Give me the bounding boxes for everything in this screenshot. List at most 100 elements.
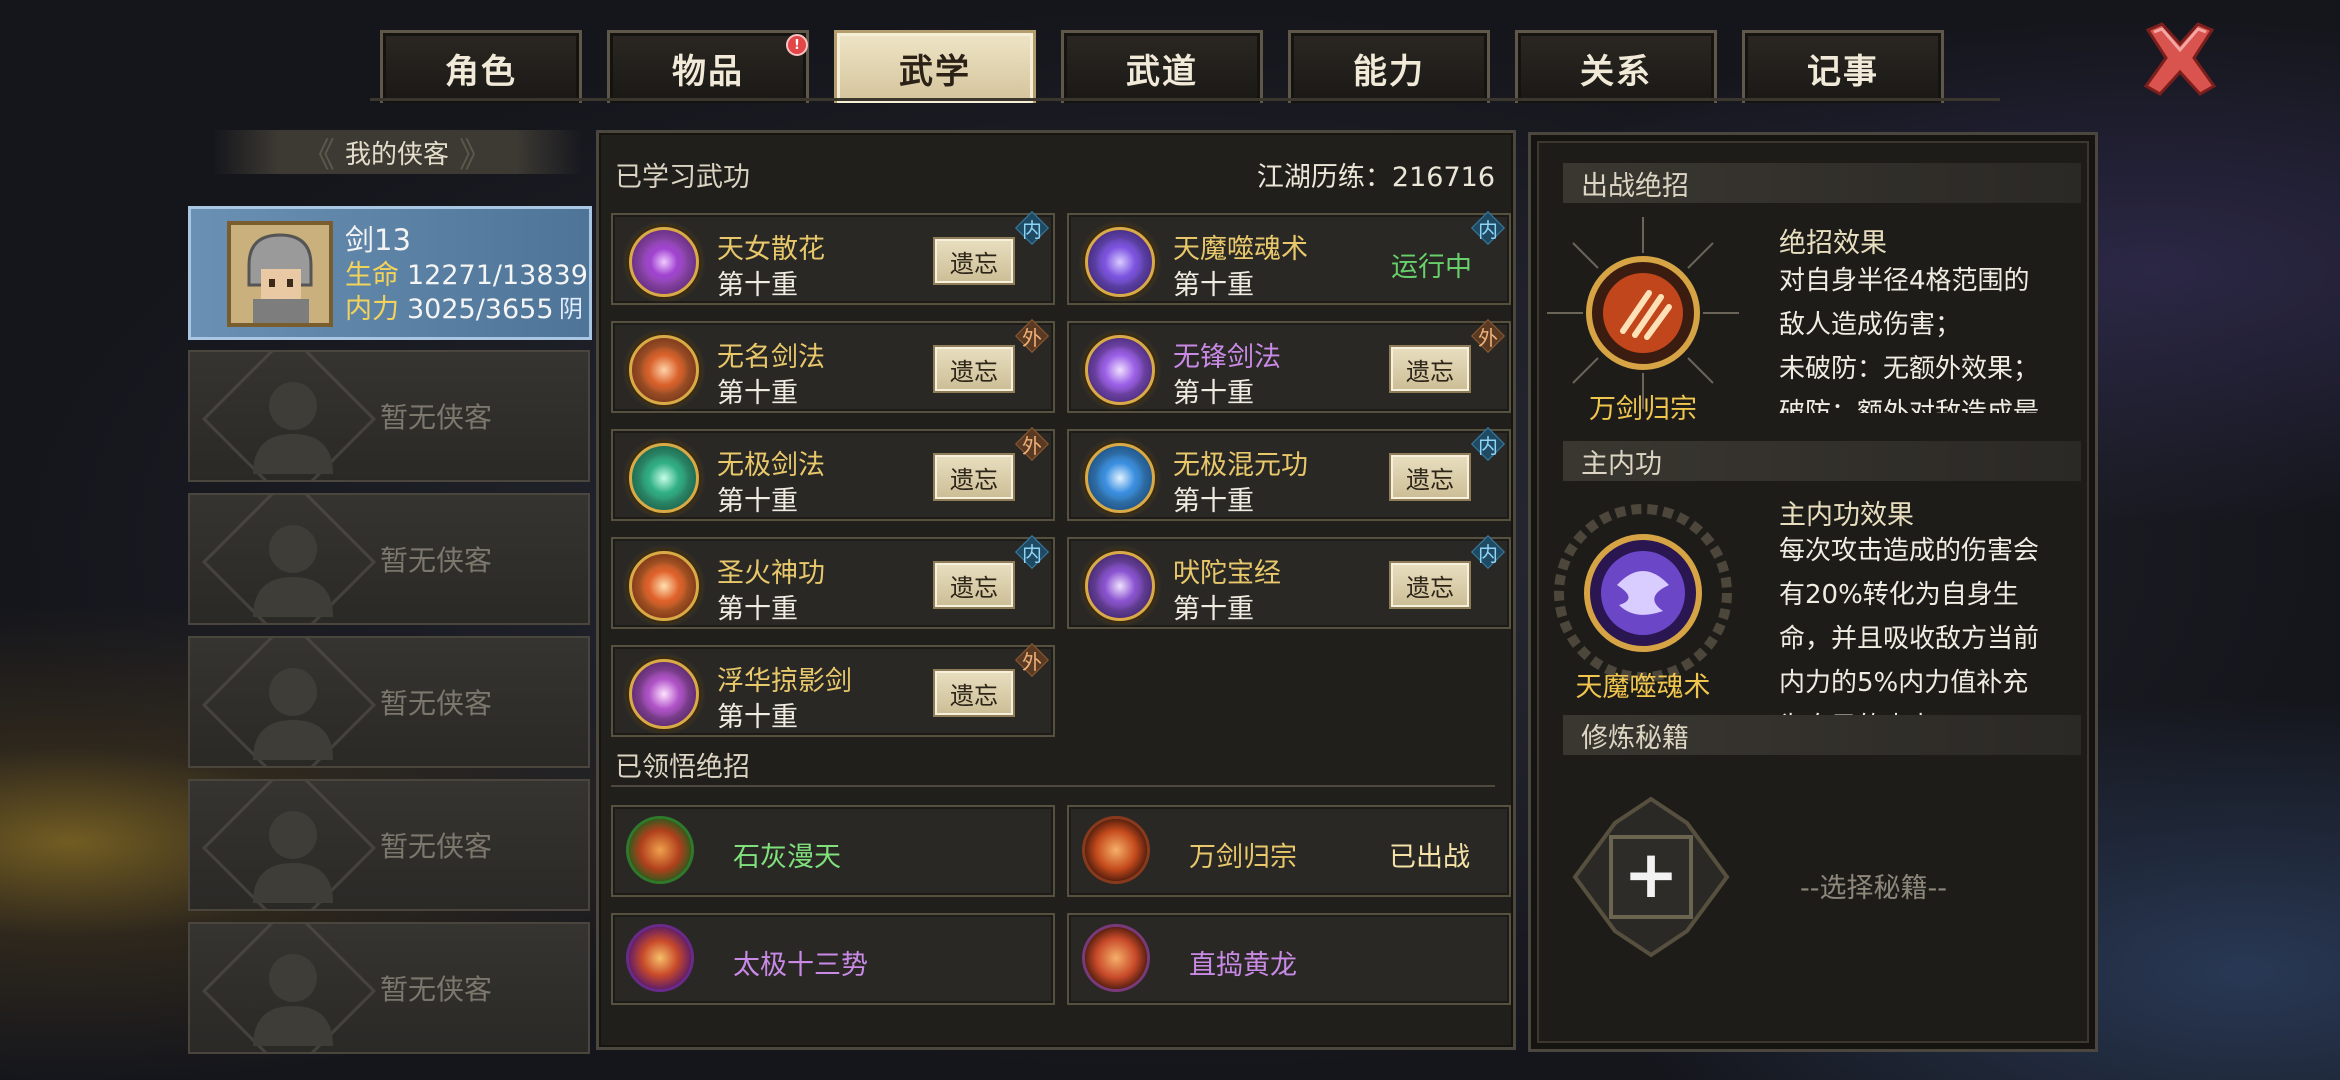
skill-icon-fuhua [629, 659, 699, 729]
battle-ultimate-name: 万剑归宗 [1589, 394, 1697, 425]
plus-icon: + [1623, 836, 1679, 913]
ultimate-icon-wanjian [1085, 819, 1147, 881]
skill-card[interactable]: 浮华掠影剑 第十重 遗忘 外 [611, 645, 1055, 737]
skill-card[interactable]: 天魔噬魂术 第十重 运行中 内 [1067, 213, 1511, 305]
ultimates-divider [611, 785, 1495, 787]
skill-card[interactable]: 圣火神功 第十重 遗忘 内 [611, 537, 1055, 629]
tab-label: 角色 [445, 51, 517, 92]
empty-hero-slot[interactable]: 暂无侠客 [188, 493, 590, 625]
empty-slot-label: 暂无侠客 [380, 973, 493, 1006]
tab-label: 武道 [1126, 51, 1198, 92]
add-manual-slot[interactable]: + [1567, 793, 1735, 961]
hero-avatar [227, 221, 333, 327]
learned-skills-title: 已学习武功 [615, 162, 750, 193]
forget-button[interactable]: 遗忘 [933, 453, 1015, 501]
silhouette-icon [253, 382, 333, 474]
silhouette-icon [253, 525, 333, 617]
skill-card[interactable]: 无极剑法 第十重 遗忘 外 [611, 429, 1055, 521]
ultimate-name: 万剑归宗 [1189, 842, 1297, 873]
skill-name: 无名剑法 [717, 342, 825, 373]
forget-button[interactable]: 遗忘 [933, 345, 1015, 393]
skill-icon-tiannv [629, 227, 699, 297]
ultimate-card[interactable]: 万剑归宗 已出战 [1067, 805, 1511, 897]
ultimate-card[interactable]: 太极十三势 [611, 913, 1055, 1005]
inner-type-badge: 内 [1473, 429, 1503, 459]
ultimate-card[interactable]: 直捣黄龙 [1067, 913, 1511, 1005]
battle-ultimate-header: 出战绝招 [1563, 163, 2081, 203]
tab-relations[interactable]: 关系 [1515, 30, 1717, 103]
main-inner-emblem-icon[interactable] [1543, 493, 1743, 693]
outer-type-badge: 外 [1017, 429, 1047, 459]
empty-hero-slot[interactable]: 暂无侠客 [188, 922, 590, 1054]
mp-label: 内力 [345, 294, 399, 325]
skill-icon-feituo [1085, 551, 1155, 621]
hero-card-selected[interactable]: 剑13 生命 12271/13839 内力 3025/3655 阴 [188, 206, 592, 340]
skill-card[interactable]: 天女散花 第十重 遗忘 内 [611, 213, 1055, 305]
ultimate-card[interactable]: 石灰漫天 [611, 805, 1055, 897]
main-inner-name: 天魔噬魂术 [1575, 672, 1711, 703]
battle-ultimate-emblem-icon[interactable] [1543, 213, 1743, 413]
empty-slot-label: 暂无侠客 [380, 830, 493, 863]
ultimates-title: 已领悟绝招 [615, 752, 750, 783]
tab-martial-arts[interactable]: 武学 [834, 30, 1036, 103]
empty-hero-slot[interactable]: 暂无侠客 [188, 779, 590, 911]
skill-name: 天女散花 [717, 234, 825, 265]
hero-yin-tag: 阴 [559, 295, 583, 323]
forget-button[interactable]: 遗忘 [933, 669, 1015, 717]
skill-level: 第十重 [717, 702, 798, 733]
battle-effect-text: 对自身半径4格范围的 敌人造成伤害； 未破防：无额外效果； 破防：额外对敌造成最 [1779, 266, 2040, 413]
outer-type-badge: 外 [1473, 321, 1503, 351]
skill-name: 无锋剑法 [1173, 342, 1281, 373]
jianghu-experience: 江湖历练：216716 [1256, 162, 1495, 193]
tab-label: 关系 [1580, 51, 1652, 92]
notification-badge: ! [786, 34, 808, 56]
empty-slot-label: 暂无侠客 [380, 401, 493, 434]
skill-icon-wufeng [1085, 335, 1155, 405]
tab-journal[interactable]: 记事 [1742, 30, 1944, 103]
forget-button[interactable]: 遗忘 [933, 237, 1015, 285]
tab-abilities[interactable]: 能力 [1288, 30, 1490, 103]
forget-button[interactable]: 遗忘 [1389, 345, 1471, 393]
skill-level: 第十重 [1173, 594, 1254, 625]
skill-level: 第十重 [1173, 378, 1254, 409]
tab-items[interactable]: 物品 [607, 30, 809, 103]
inner-type-badge: 内 [1017, 213, 1047, 243]
silhouette-icon [253, 668, 333, 760]
battle-effect-title: 绝招效果 [1779, 228, 1887, 259]
hero-mp: 内力 3025/3655 [345, 287, 554, 326]
ultimate-name: 直捣黄龙 [1189, 950, 1297, 981]
forget-button[interactable]: 遗忘 [933, 561, 1015, 609]
skill-icon-tianmo [1085, 227, 1155, 297]
martial-arts-panel: 已学习武功 江湖历练：216716 天女散花 第十重 遗忘 内 天魔噬魂术 第十… [596, 130, 1516, 1050]
inner-type-badge: 内 [1473, 537, 1503, 567]
skill-card[interactable]: 无锋剑法 第十重 遗忘 外 [1067, 321, 1511, 413]
close-icon[interactable] [2140, 20, 2220, 98]
tab-label: 能力 [1353, 51, 1425, 92]
ultimate-icon-taiji [629, 927, 691, 989]
empty-hero-slot[interactable]: 暂无侠客 [188, 636, 590, 768]
chevron-right-icon: 》 [459, 135, 493, 176]
empty-slot-label: 暂无侠客 [380, 544, 493, 577]
skill-card[interactable]: 无名剑法 第十重 遗忘 外 [611, 321, 1055, 413]
skill-level: 第十重 [717, 270, 798, 301]
forget-button[interactable]: 遗忘 [1389, 561, 1471, 609]
skill-icon-wuji-sword [629, 443, 699, 513]
tab-label: 武学 [899, 51, 971, 92]
forget-button[interactable]: 遗忘 [1389, 453, 1471, 501]
tab-character[interactable]: 角色 [380, 30, 582, 103]
empty-hero-slot[interactable]: 暂无侠客 [188, 350, 590, 482]
skill-level: 第十重 [1173, 270, 1254, 301]
tab-wudao[interactable]: 武道 [1061, 30, 1263, 103]
silhouette-icon [253, 811, 333, 903]
select-manual-hint[interactable]: --选择秘籍-- [1800, 866, 1947, 905]
empty-slot-label: 暂无侠客 [380, 687, 493, 720]
skill-name: 天魔噬魂术 [1173, 234, 1308, 265]
inner-effect-text: 每次攻击造成的伤害会 有20%转化为自身生 命，并且吸收敌方当前 内力的5%内力… [1779, 536, 2040, 735]
ultimate-name: 石灰漫天 [733, 842, 841, 873]
skill-card[interactable]: 无极混元功 第十重 遗忘 内 [1067, 429, 1511, 521]
skill-level: 第十重 [717, 378, 798, 409]
skill-name: 圣火神功 [717, 558, 825, 589]
skill-level: 第十重 [1173, 486, 1254, 517]
manual-header: 修炼秘籍 [1563, 715, 2081, 755]
skill-card[interactable]: 吠陀宝经 第十重 遗忘 内 [1067, 537, 1511, 629]
